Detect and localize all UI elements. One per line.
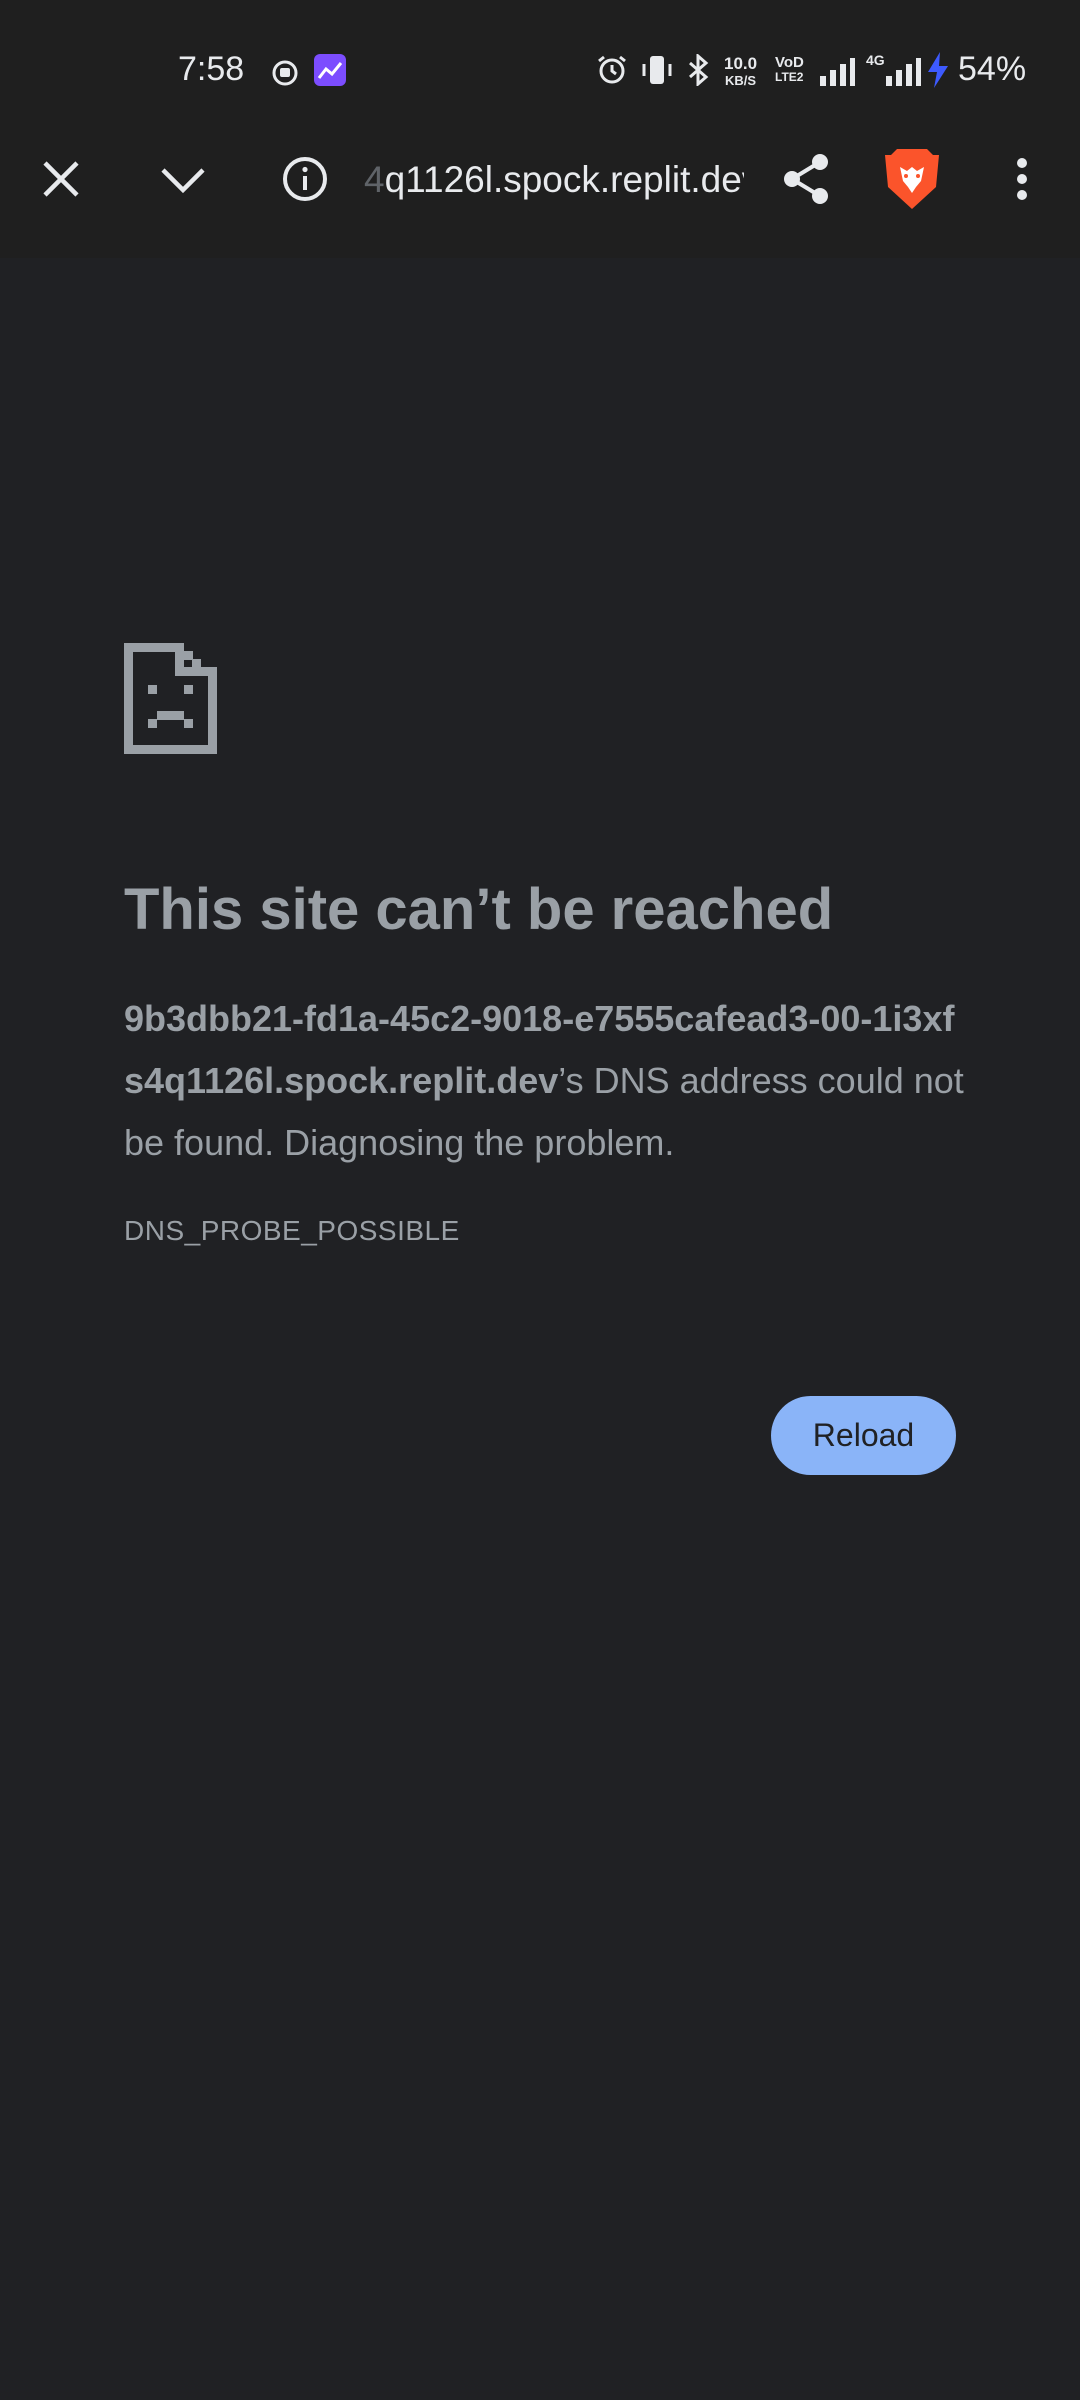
bluetooth-icon — [689, 54, 709, 86]
more-options-button[interactable] — [986, 143, 1058, 215]
notification-icon — [272, 60, 298, 86]
more-vert-icon — [1017, 158, 1027, 200]
gallery-app-icon — [314, 54, 346, 86]
battery-percent: 54% — [958, 50, 1027, 88]
brave-shields-button[interactable] — [876, 143, 948, 215]
site-info-button[interactable] — [269, 143, 341, 215]
url-faded: 4 — [364, 159, 385, 200]
error-title: This site can’t be reached — [124, 877, 834, 942]
net-speed: 10.0 KB/S — [724, 54, 758, 88]
chevron-down-icon — [161, 168, 205, 194]
error-description: 9b3dbb21-fd1a-45c2-9018-e7555cafead3-00-… — [124, 988, 964, 1174]
alarm-icon — [598, 55, 626, 84]
sad-page-icon — [124, 643, 217, 754]
close-icon — [43, 161, 79, 197]
signal-icon — [820, 58, 855, 86]
charging-icon — [928, 52, 948, 88]
minimize-button[interactable] — [147, 143, 219, 215]
info-icon — [283, 157, 327, 201]
vibrate-icon — [642, 56, 672, 84]
share-button[interactable] — [770, 143, 842, 215]
error-code: DNS_PROBE_POSSIBLE — [124, 1215, 460, 1246]
reload-button[interactable]: Reload — [771, 1396, 956, 1475]
close-button[interactable] — [25, 143, 97, 215]
brave-lion-icon — [885, 149, 939, 209]
volte-indicator: VoD LTE2 — [775, 54, 804, 84]
url-bar[interactable]: 4q1126l.spock.replit.dev — [364, 152, 744, 208]
status-time: 7:58 — [178, 50, 245, 88]
signal-4g-icon — [886, 58, 921, 86]
url-main: q1126l.spock.replit.dev — [384, 159, 744, 200]
share-icon — [784, 154, 828, 204]
